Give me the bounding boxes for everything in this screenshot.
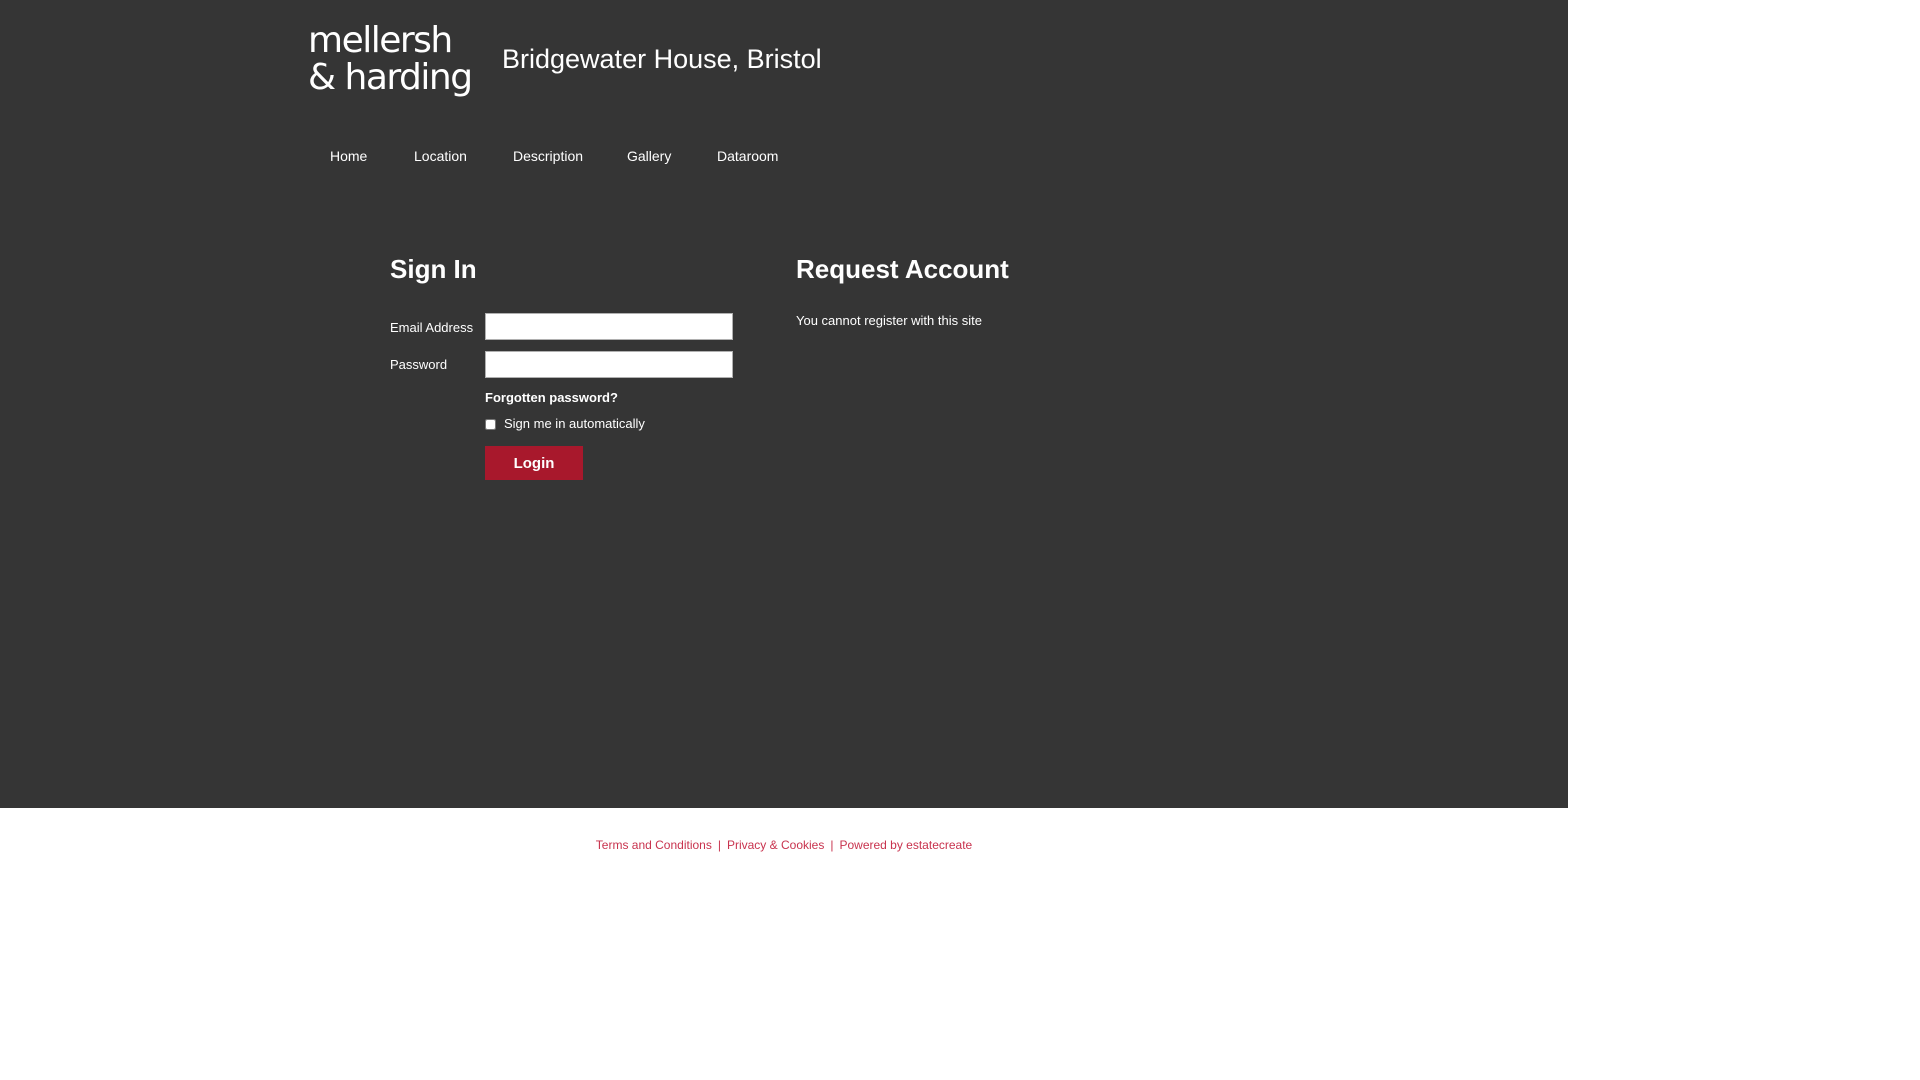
nav-item-gallery[interactable]: Gallery xyxy=(627,148,671,164)
footer-separator: | xyxy=(717,838,721,852)
footer-link-terms[interactable]: Terms and Conditions xyxy=(596,838,712,852)
site-title: Bridgewater House, Bristol xyxy=(502,44,822,74)
registration-note: You cannot register with this site xyxy=(796,313,982,328)
nav-item-description[interactable]: Description xyxy=(513,148,583,164)
nav-item-dataroom[interactable]: Dataroom xyxy=(717,148,778,164)
forgotten-password-link[interactable]: Forgotten password? xyxy=(485,390,618,405)
password-label: Password xyxy=(390,357,448,372)
footer-link-privacy[interactable]: Privacy & Cookies xyxy=(727,838,824,852)
nav-item-location[interactable]: Location xyxy=(414,148,467,164)
email-field[interactable] xyxy=(485,313,733,340)
remember-me-checkbox[interactable] xyxy=(485,419,496,430)
logo-line-1: mellersh xyxy=(308,20,453,61)
footer-separator: | xyxy=(830,838,834,852)
remember-me-label[interactable]: Sign me in automatically xyxy=(504,416,645,431)
sign-in-heading: Sign In xyxy=(390,254,477,284)
main-background: mellersh & harding Bridgewater House, Br… xyxy=(0,0,1568,808)
brand-logo[interactable]: mellersh & harding xyxy=(308,20,473,98)
footer-link-powered-by[interactable]: Powered by estatecreate xyxy=(839,838,972,852)
nav-item-home[interactable]: Home xyxy=(330,148,367,164)
email-label: Email Address xyxy=(390,320,474,335)
request-account-heading: Request Account xyxy=(796,254,1009,284)
login-button[interactable]: Login xyxy=(485,446,583,480)
logo-line-2: & harding xyxy=(308,57,473,98)
page: mellersh & harding Bridgewater House, Br… xyxy=(0,0,1568,882)
footer: Terms and Conditions | Privacy & Cookies | P… xyxy=(0,838,1568,852)
password-field[interactable] xyxy=(485,351,733,378)
